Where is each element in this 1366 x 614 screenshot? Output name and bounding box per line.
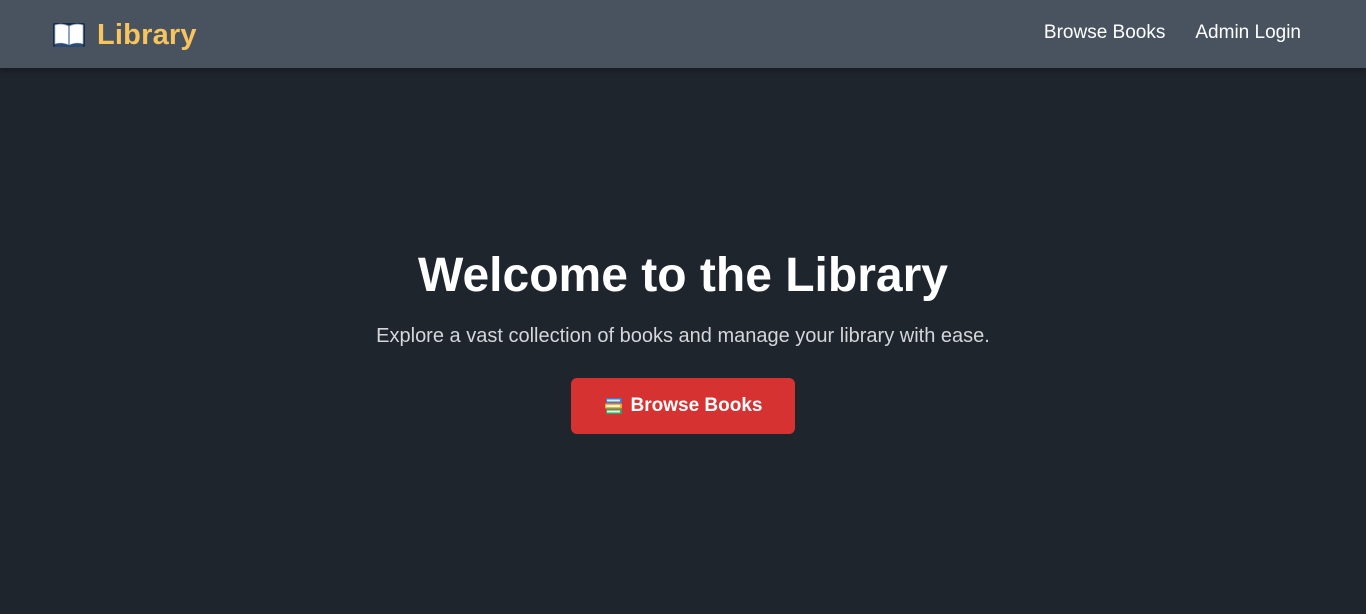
open-book-icon: [52, 20, 86, 50]
browse-books-button[interactable]: Browse Books: [571, 378, 795, 434]
books-stack-icon: [604, 396, 624, 416]
nav-links: Browse Books Admin Login: [1044, 22, 1301, 44]
brand-name: Library: [97, 18, 197, 51]
top-navbar: Library Browse Books Admin Login: [0, 0, 1366, 68]
nav-link-admin-login[interactable]: Admin Login: [1195, 22, 1301, 44]
hero-subtitle: Explore a vast collection of books and m…: [376, 325, 990, 347]
hero-title: Welcome to the Library: [418, 249, 948, 302]
browse-books-button-label: Browse Books: [630, 395, 763, 416]
nav-link-browse-books[interactable]: Browse Books: [1044, 22, 1165, 44]
brand-logo-link[interactable]: Library: [52, 18, 197, 52]
hero-section: Welcome to the Library Explore a vast co…: [0, 68, 1366, 614]
